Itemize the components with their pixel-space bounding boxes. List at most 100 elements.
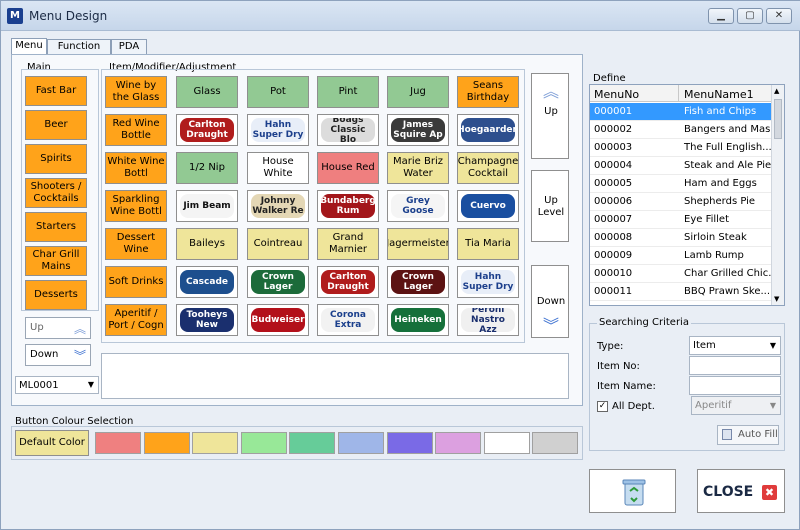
item-logo-button[interactable]: Hahn Super Dry	[247, 114, 309, 146]
brand-logo: Hoegaarden	[461, 118, 515, 142]
item-logo-button[interactable]: Corona Extra	[317, 304, 379, 336]
main-up-button[interactable]: Up ︽	[25, 317, 91, 339]
all-dept-checkbox[interactable]: ✓	[597, 401, 608, 412]
item-button[interactable]: Red Wine Bottle	[105, 114, 167, 146]
item-button[interactable]: White Wine Bottl	[105, 152, 167, 184]
item-logo-button[interactable]: Carlton Draught	[317, 266, 379, 298]
tab-menu[interactable]: Menu	[11, 38, 47, 55]
grid-row[interactable]: 000007 Eye Fillet	[590, 211, 772, 229]
item-logo-button[interactable]: Jim Beam	[176, 190, 238, 222]
item-button[interactable]: Sparkling Wine Bottl	[105, 190, 167, 222]
grid-row[interactable]: 000004 Steak and Ale Pie	[590, 157, 772, 175]
dept-select[interactable]: Aperitif ▼	[691, 396, 781, 415]
item-button[interactable]: Dessert Wine	[105, 228, 167, 260]
grid-row[interactable]: 000011 BBQ Prawn Ske...	[590, 283, 772, 301]
colour-swatch[interactable]	[289, 432, 336, 454]
item-button[interactable]: Pint	[317, 76, 379, 108]
main-button[interactable]: Fast Bar	[25, 76, 87, 106]
item-button[interactable]: Baileys	[176, 228, 238, 260]
grid-scrollbar[interactable]: ▲ ▼	[771, 85, 784, 305]
item-logo-button[interactable]: Cuervo	[457, 190, 519, 222]
recycle-button[interactable]	[589, 469, 676, 513]
layout-select[interactable]: ML0001 ▼	[15, 376, 99, 394]
item-button[interactable]: Aperitif / Port / Cogn	[105, 304, 167, 336]
colour-swatch[interactable]	[338, 432, 384, 454]
main-button[interactable]: Shooters / Cocktails	[25, 178, 87, 208]
item-logo-button[interactable]: Grey Goose	[387, 190, 449, 222]
column-divider	[678, 85, 679, 102]
colour-swatch[interactable]	[532, 432, 579, 454]
close-window-button[interactable]: ✕	[766, 8, 792, 24]
grid-row[interactable]: 000006 Shepherds Pie	[590, 193, 772, 211]
item-logo-button[interactable]: James Squire Ap	[387, 114, 449, 146]
colour-swatch[interactable]	[192, 432, 239, 454]
item-logo-button[interactable]: Crown Lager	[387, 266, 449, 298]
colour-swatch[interactable]	[483, 432, 530, 454]
scroll-down-icon[interactable]: ▼	[774, 295, 779, 303]
main-button[interactable]: Spirits	[25, 144, 87, 174]
item-logo-button[interactable]: Cascade	[176, 266, 238, 298]
column-menuno[interactable]: MenuNo	[594, 88, 639, 101]
grid-row[interactable]: 000003 The Full English...	[590, 139, 772, 157]
scroll-up-icon[interactable]: ▲	[774, 87, 779, 95]
up-level-button[interactable]: Up Level	[531, 170, 569, 242]
grid-row[interactable]: 000008 Sirloin Steak	[590, 229, 772, 247]
item-logo-button[interactable]: Tooheys New	[176, 304, 238, 336]
item-logo-button[interactable]: Boags Classic Blo	[317, 114, 379, 146]
close-button[interactable]: CLOSE ✖	[697, 469, 785, 513]
item-button[interactable]: Wine by the Glass	[105, 76, 167, 108]
minimize-button[interactable]: ▁	[708, 8, 734, 24]
main-button[interactable]: Desserts	[25, 280, 87, 310]
colour-swatch[interactable]	[143, 432, 190, 454]
item-button[interactable]: Marie Briz Water	[387, 152, 449, 184]
tab-function-list[interactable]: Function List	[47, 39, 111, 66]
item-button[interactable]: Tia Maria	[457, 228, 519, 260]
item-name-input[interactable]	[689, 376, 781, 395]
type-select[interactable]: Item ▼	[689, 336, 781, 355]
item-logo-button[interactable]: Budweiser	[247, 304, 309, 336]
item-button[interactable]: Grand Marnier	[317, 228, 379, 260]
item-button[interactable]: House White	[247, 152, 309, 184]
item-button[interactable]: 1/2 Nip	[176, 152, 238, 184]
item-logo-button[interactable]: Johnny Walker Re	[247, 190, 309, 222]
tab-pda[interactable]: PDA	[111, 39, 147, 55]
item-button[interactable]: Glass	[176, 76, 238, 108]
item-logo-button[interactable]: Peroni Nastro Azz	[457, 304, 519, 336]
main-button[interactable]: Char Grill Mains	[25, 246, 87, 276]
items-up-button[interactable]: ︽ Up	[531, 73, 569, 159]
grid-row[interactable]: 000001 Fish and Chips	[590, 103, 772, 121]
item-logo-button[interactable]: Carlton Draught	[176, 114, 238, 146]
item-logo-button[interactable]: Heineken	[387, 304, 449, 336]
item-button[interactable]: Pot	[247, 76, 309, 108]
default-color-button[interactable]: Default Color	[15, 430, 89, 456]
main-down-button[interactable]: Down ︾	[25, 344, 91, 366]
scroll-thumb[interactable]	[774, 99, 782, 139]
grid-row[interactable]: 000009 Lamb Rump	[590, 247, 772, 265]
main-button[interactable]: Starters	[25, 212, 87, 242]
item-button[interactable]: Soft Drinks	[105, 266, 167, 298]
grid-row[interactable]: 000010 Char Grilled Chic...	[590, 265, 778, 283]
item-button[interactable]: House Red	[317, 152, 379, 184]
item-button[interactable]: Cointreau	[247, 228, 309, 260]
grid-row[interactable]: 000002 Bangers and Mash	[590, 121, 777, 139]
item-no-input[interactable]	[689, 356, 781, 375]
item-button[interactable]: Jagermeister	[387, 228, 449, 260]
colour-swatch[interactable]	[240, 432, 287, 454]
colour-swatch[interactable]	[386, 432, 433, 454]
item-logo-button[interactable]: Bundaberg Rum	[317, 190, 379, 222]
colour-swatch[interactable]	[435, 432, 482, 454]
grid-row[interactable]: 000005 Ham and Eggs	[590, 175, 772, 193]
item-logo-button[interactable]: Hoegaarden	[457, 114, 519, 146]
colour-swatch[interactable]	[95, 432, 141, 454]
items-down-button[interactable]: Down ︾	[531, 265, 569, 338]
item-button[interactable]: Seans Birthday	[457, 76, 519, 108]
auto-fill-button[interactable]: Auto Fill	[717, 425, 779, 445]
item-logo-button[interactable]: Hahn Super Dry	[457, 266, 519, 298]
item-button[interactable]: Jug	[387, 76, 449, 108]
item-description-box[interactable]	[101, 353, 569, 399]
item-button[interactable]: Champagne Cocktail	[457, 152, 519, 184]
maximize-button[interactable]: ▢	[737, 8, 763, 24]
item-logo-button[interactable]: Crown Lager	[247, 266, 309, 298]
column-menuname1[interactable]: MenuName1	[684, 88, 754, 101]
main-button[interactable]: Beer	[25, 110, 87, 140]
